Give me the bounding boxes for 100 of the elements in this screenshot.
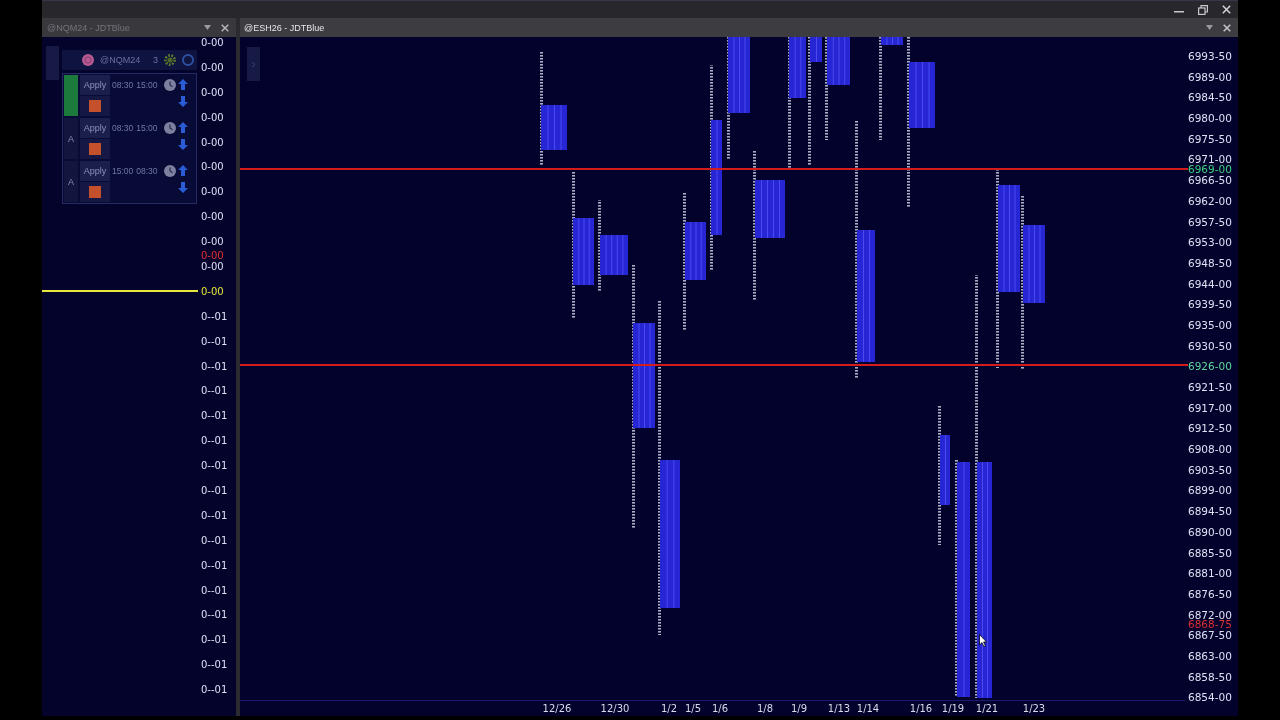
panel-handle[interactable] — [247, 47, 260, 81]
scale-label: 0--01 — [201, 535, 228, 546]
close-icon[interactable] — [1223, 23, 1231, 32]
date-label: 1/2 — [660, 703, 678, 714]
scale-label: 0--01 — [201, 461, 228, 472]
scale-label: 0--01 — [201, 411, 228, 422]
price-label: 6917-00 — [1188, 402, 1232, 413]
price-label: 6993-50 — [1188, 51, 1232, 61]
date-label: 12/26 — [542, 703, 572, 714]
gear-icon[interactable] — [164, 54, 176, 66]
price-label: 6939-50 — [1188, 299, 1232, 310]
stop-button[interactable] — [80, 96, 110, 116]
clock-icon[interactable] — [164, 165, 176, 177]
scale-label: 0-00 — [201, 251, 224, 261]
price-label: 6989-00 — [1188, 71, 1232, 82]
end-time: 08:30 — [136, 166, 158, 176]
mode-toggle[interactable] — [64, 75, 78, 116]
price-label: 6854-00 — [1188, 692, 1232, 703]
scale-label: 0-00 — [201, 212, 224, 223]
price-label: 6971-00 — [1188, 154, 1232, 165]
caret-down-icon[interactable] — [204, 25, 211, 30]
clock-icon[interactable] — [164, 122, 176, 134]
down-arrow-icon[interactable] — [178, 96, 188, 107]
date-label: 1/14 — [856, 703, 880, 714]
scale-label: 0--01 — [201, 386, 228, 397]
scale-label: 0-00 — [201, 286, 224, 297]
up-arrow-icon[interactable] — [178, 79, 188, 90]
scale-label: 0-00 — [201, 262, 224, 272]
date-label: 1/23 — [1022, 703, 1046, 714]
scale-label: 0--01 — [201, 311, 228, 322]
scale-label: 0-00 — [201, 62, 224, 73]
scale-label: 0--01 — [201, 510, 228, 521]
price-label: 6908-00 — [1188, 444, 1232, 455]
stop-icon — [89, 100, 101, 112]
price-label: 6890-00 — [1188, 526, 1232, 537]
ring-icon[interactable] — [182, 54, 194, 66]
price-label: 6885-50 — [1188, 547, 1232, 558]
scale-label: 0--01 — [201, 685, 228, 696]
stop-icon — [89, 143, 101, 155]
mode-toggle[interactable]: A — [64, 118, 78, 159]
price-label: 6867-50 — [1188, 630, 1232, 641]
date-label: 1/9 — [790, 703, 808, 714]
scale-label: 0-00 — [201, 87, 224, 98]
scale-label: 0--01 — [201, 560, 228, 571]
scale-label: 0-00 — [201, 137, 224, 148]
date-label: 1/6 — [711, 703, 729, 714]
down-arrow-icon[interactable] — [178, 139, 188, 150]
scale-label: 0--01 — [201, 635, 228, 646]
scale-label: 0--01 — [201, 610, 228, 621]
apply-button[interactable]: Apply — [80, 161, 110, 181]
scale-label: 0-00 — [201, 162, 224, 173]
end-time: 15:00 — [136, 80, 158, 90]
apply-button[interactable]: Apply — [80, 118, 110, 138]
down-arrow-icon[interactable] — [178, 182, 188, 193]
stop-button[interactable] — [80, 182, 110, 202]
scale-label: 0--01 — [201, 486, 228, 497]
up-arrow-icon[interactable] — [178, 122, 188, 133]
apply-button[interactable]: Apply — [80, 75, 110, 95]
price-label: 6872-00 — [1188, 609, 1232, 620]
scale-label: 0--01 — [201, 585, 228, 596]
price-label: 6863-00 — [1188, 650, 1232, 661]
price-label: 6899-00 — [1188, 485, 1232, 496]
chevron-right-icon — [252, 61, 255, 67]
scale-label: 0--01 — [201, 436, 228, 447]
price-label: 6984-50 — [1188, 92, 1232, 103]
date-label: 1/19 — [941, 703, 965, 714]
price-label: 6903-50 — [1188, 464, 1232, 475]
symbol-label: @NQM24 — [100, 55, 141, 65]
caret-down-icon[interactable] — [1206, 25, 1213, 30]
start-time: 08:30 — [112, 123, 134, 133]
price-label: 6876-50 — [1188, 588, 1232, 599]
start-time: 08:30 — [112, 80, 134, 90]
pane-title: @ESH26 - JDTBlue — [244, 22, 326, 33]
close-icon[interactable] — [1222, 5, 1231, 14]
pane-title: @NQM24 - JDTBlue — [47, 22, 131, 33]
price-label: 6948-50 — [1188, 257, 1232, 268]
price-label: 6926-00 — [1188, 361, 1232, 372]
panel-handle[interactable] — [46, 46, 59, 80]
count-label: 3 — [152, 55, 158, 65]
price-label: 6953-00 — [1188, 237, 1232, 248]
price-label: 6930-50 — [1188, 340, 1232, 351]
scale-label: 0--01 — [201, 336, 228, 347]
price-label: 6868-75 — [1188, 619, 1232, 630]
price-label: 6935-00 — [1188, 319, 1232, 330]
mouse-pointer-icon — [979, 634, 987, 647]
stop-button[interactable] — [80, 139, 110, 159]
price-label: 6912-50 — [1188, 423, 1232, 434]
price-label: 6944-00 — [1188, 278, 1232, 289]
restore-icon[interactable] — [1198, 4, 1208, 15]
scale-label: 0-00 — [201, 187, 224, 198]
clock-icon[interactable] — [164, 79, 176, 91]
price-label: 6957-50 — [1188, 216, 1232, 227]
date-label: 1/5 — [684, 703, 702, 714]
up-arrow-icon[interactable] — [178, 165, 188, 176]
mode-toggle[interactable]: A — [64, 161, 78, 202]
scale-label: 0--01 — [201, 660, 228, 671]
date-label: 1/8 — [756, 703, 774, 714]
end-time: 15:00 — [136, 123, 158, 133]
close-icon[interactable] — [221, 23, 229, 32]
price-label: 6894-50 — [1188, 506, 1232, 517]
